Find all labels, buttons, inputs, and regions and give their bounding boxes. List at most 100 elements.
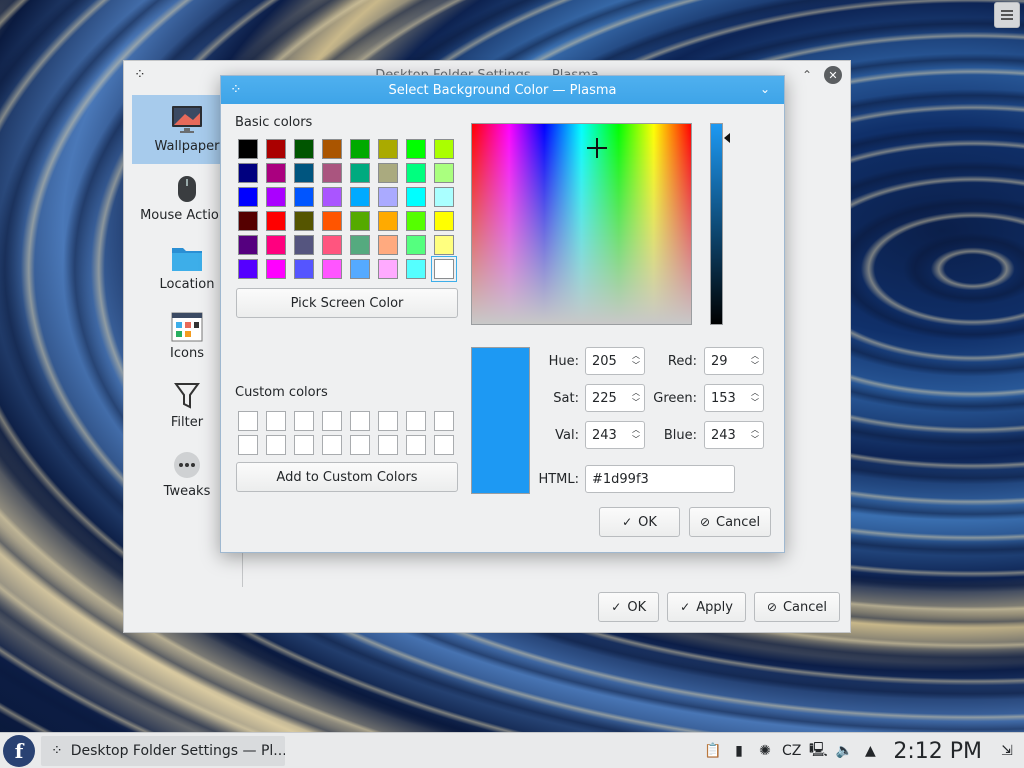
basic-color-swatch[interactable] (350, 259, 370, 279)
basic-color-swatch[interactable] (434, 187, 454, 207)
chevron-up-icon[interactable]: ︿ (632, 426, 640, 434)
custom-color-swatch[interactable] (322, 411, 342, 431)
basic-color-swatch[interactable] (238, 139, 258, 159)
chevron-up-icon[interactable]: ︿ (751, 426, 759, 434)
chevron-up-icon[interactable]: ︿ (632, 389, 640, 397)
custom-color-swatch[interactable] (406, 411, 426, 431)
basic-color-swatch[interactable] (266, 139, 286, 159)
task-item-desktop-folder-settings[interactable]: ⁘ Desktop Folder Settings — Pl... (41, 735, 285, 766)
basic-color-swatch[interactable] (350, 139, 370, 159)
basic-color-swatch[interactable] (378, 211, 398, 231)
hue-saturation-picker[interactable] (471, 123, 692, 325)
chevron-down-icon[interactable]: ﹀ (632, 399, 640, 407)
chevron-down-icon[interactable]: ﹀ (632, 436, 640, 444)
val-spinbox[interactable]: 243 ︿ ﹀ (585, 421, 645, 449)
basic-color-swatch[interactable] (266, 163, 286, 183)
blue-spinbox[interactable]: 243 ︿ ﹀ (704, 421, 764, 449)
basic-color-swatch[interactable] (322, 211, 342, 231)
chevron-down-icon[interactable]: ﹀ (751, 362, 759, 370)
maximize-chevron-icon[interactable]: ⌃ (798, 66, 816, 84)
apply-button[interactable]: ✓ Apply (667, 592, 746, 622)
chevron-up-icon[interactable]: ︿ (751, 352, 759, 360)
basic-color-swatch[interactable] (434, 235, 454, 255)
basic-color-swatch[interactable] (434, 163, 454, 183)
basic-color-swatch[interactable] (406, 139, 426, 159)
basic-color-swatch[interactable] (322, 235, 342, 255)
basic-color-swatch[interactable] (294, 139, 314, 159)
basic-color-swatch[interactable] (406, 211, 426, 231)
basic-color-swatch[interactable] (322, 259, 342, 279)
chevron-up-icon[interactable]: ︿ (751, 389, 759, 397)
basic-color-swatch[interactable] (350, 235, 370, 255)
hue-spinbox[interactable]: 205 ︿ ﹀ (585, 347, 645, 375)
red-spinbox[interactable]: 29 ︿ ﹀ (704, 347, 764, 375)
add-to-custom-colors-button[interactable]: Add to Custom Colors (236, 462, 458, 492)
desktop-toolbox-button[interactable] (994, 2, 1020, 28)
basic-color-swatch[interactable] (406, 235, 426, 255)
usb-device-icon[interactable]: ▮ (730, 742, 748, 760)
basic-color-swatch[interactable] (434, 139, 454, 159)
keyboard-layout-indicator[interactable]: CZ (782, 743, 801, 759)
basic-color-swatch[interactable] (350, 187, 370, 207)
basic-color-swatch[interactable] (238, 259, 258, 279)
custom-color-swatch[interactable] (294, 435, 314, 455)
custom-color-swatch[interactable] (350, 435, 370, 455)
custom-color-swatch[interactable] (266, 435, 286, 455)
chevron-down-icon[interactable]: ﹀ (751, 399, 759, 407)
basic-color-swatch[interactable] (294, 163, 314, 183)
custom-color-swatch[interactable] (378, 411, 398, 431)
value-slider[interactable] (710, 123, 723, 325)
custom-color-swatch[interactable] (322, 435, 342, 455)
basic-color-swatch[interactable] (266, 235, 286, 255)
custom-color-swatch[interactable] (238, 435, 258, 455)
custom-color-swatch[interactable] (378, 435, 398, 455)
dialog-titlebar[interactable]: ⁘ Select Background Color — Plasma ⌄ (221, 76, 784, 104)
volume-icon[interactable]: 🔈 (835, 742, 853, 760)
basic-color-swatch[interactable] (350, 163, 370, 183)
basic-color-swatch[interactable] (378, 259, 398, 279)
basic-color-swatch[interactable] (266, 187, 286, 207)
sat-spinbox[interactable]: 225 ︿ ﹀ (585, 384, 645, 412)
custom-color-swatch[interactable] (406, 435, 426, 455)
pick-screen-color-button[interactable]: Pick Screen Color (236, 288, 458, 318)
chevron-up-icon[interactable]: ︿ (632, 352, 640, 360)
basic-color-swatch[interactable] (378, 187, 398, 207)
basic-color-swatch[interactable] (378, 235, 398, 255)
basic-color-swatch[interactable] (406, 163, 426, 183)
network-icon[interactable]: 🖳 (809, 742, 828, 760)
updates-icon[interactable]: ✺ (756, 742, 774, 760)
fedora-icon[interactable]: f (3, 734, 35, 767)
chevron-down-icon[interactable]: ﹀ (632, 362, 640, 370)
close-icon[interactable]: ✕ (824, 66, 842, 84)
value-slider-arrow-icon[interactable] (724, 133, 730, 144)
custom-color-swatch[interactable] (350, 411, 370, 431)
basic-color-swatch[interactable] (266, 259, 286, 279)
basic-color-swatch[interactable] (238, 163, 258, 183)
custom-color-swatch[interactable] (434, 435, 454, 455)
basic-color-swatch[interactable] (434, 211, 454, 231)
chevron-down-icon[interactable]: ﹀ (751, 436, 759, 444)
html-color-input[interactable]: #1d99f3 (585, 465, 735, 493)
basic-color-swatch[interactable] (378, 139, 398, 159)
chevron-down-icon[interactable]: ⌄ (760, 82, 770, 96)
back-ok-button[interactable]: ✓ OK (598, 592, 660, 622)
basic-color-swatch[interactable] (238, 187, 258, 207)
basic-color-swatch[interactable] (322, 163, 342, 183)
peek-desktop-icon[interactable]: ⇲ (998, 742, 1016, 760)
basic-color-swatch[interactable] (266, 211, 286, 231)
custom-color-swatch[interactable] (238, 411, 258, 431)
basic-color-swatch[interactable] (294, 211, 314, 231)
basic-color-swatch[interactable] (378, 163, 398, 183)
basic-color-swatch[interactable] (294, 259, 314, 279)
dialog-cancel-button[interactable]: ⊘ Cancel (689, 507, 771, 537)
clipboard-icon[interactable]: 📋 (704, 742, 722, 760)
basic-color-swatch[interactable] (238, 235, 258, 255)
basic-color-swatch[interactable] (294, 187, 314, 207)
clock[interactable]: 2:12 PM (893, 739, 982, 764)
basic-color-swatch[interactable] (294, 235, 314, 255)
basic-color-swatch[interactable] (322, 139, 342, 159)
basic-color-swatch[interactable] (238, 211, 258, 231)
green-spinbox[interactable]: 153 ︿ ﹀ (704, 384, 764, 412)
back-cancel-button[interactable]: ⊘ Cancel (753, 592, 840, 622)
basic-color-swatch[interactable] (350, 211, 370, 231)
